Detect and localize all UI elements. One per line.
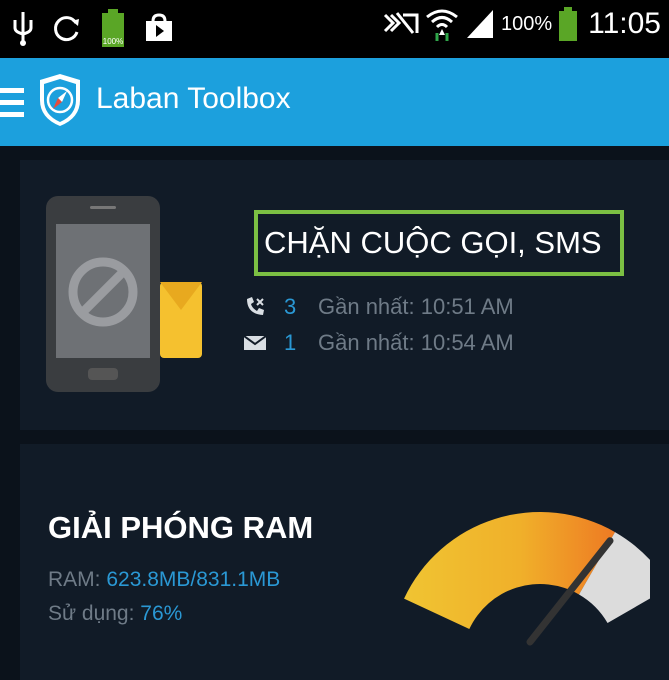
app-title: Laban Toolbox [96, 82, 291, 115]
blocked-sms-count: 1 [284, 330, 297, 355]
battery-icon-label: 100% [103, 37, 123, 46]
call-block-card[interactable]: CHẶN CUỘC GỌI, SMS 3 Gần nhất: 10:51 AM … [20, 160, 669, 430]
envelope-icon [244, 335, 266, 350]
status-left-icons: 100% [12, 8, 174, 48]
app-bar: Laban Toolbox [0, 58, 669, 146]
usage-line: Sử dụng: 76% [48, 602, 182, 626]
play-store-icon [146, 13, 172, 41]
blocked-sms-latest: Gần nhất: 10:54 AM [318, 330, 514, 355]
signal-icon [466, 10, 493, 38]
battery-percent: 100% [500, 12, 553, 35]
usage-label: Sử dụng: [48, 602, 141, 625]
wifi-icon [426, 9, 458, 41]
battery-icon [559, 7, 578, 41]
blocked-phone-icon [46, 196, 202, 392]
menu-icon[interactable] [0, 84, 26, 122]
status-right-icons: 100% 11:05 [383, 6, 661, 42]
ram-label: RAM: [48, 568, 107, 591]
call-block-title[interactable]: CHẶN CUỘC GỌI, SMS [254, 210, 624, 276]
blocked-calls-count: 3 [284, 294, 297, 319]
blocked-calls-row: 3 Gần nhất: 10:51 AM [244, 294, 514, 320]
ram-gauge-icon [404, 512, 650, 646]
app-logo-shield-icon [40, 74, 80, 126]
sync-icon [54, 16, 79, 42]
missed-call-icon [247, 297, 264, 315]
ram-value: 623.8MB/831.1MB [106, 568, 281, 591]
nfc-icon [383, 12, 419, 34]
blocked-calls-latest: Gần nhất: 10:51 AM [318, 294, 514, 319]
status-bar: 100% 100% 11:05 [0, 0, 669, 58]
ram-title[interactable]: GIẢI PHÓNG RAM [48, 510, 313, 546]
battery-full-icon: 100% [102, 9, 124, 47]
clock: 11:05 [588, 7, 661, 40]
ram-card[interactable]: GIẢI PHÓNG RAM RAM: 623.8MB/831.1MB Sử d… [20, 444, 669, 680]
ram-usage-line: RAM: 623.8MB/831.1MB [48, 568, 280, 592]
blocked-sms-row: 1 Gần nhất: 10:54 AM [244, 330, 514, 356]
usb-icon [13, 12, 33, 46]
usage-value: 76% [140, 602, 183, 625]
